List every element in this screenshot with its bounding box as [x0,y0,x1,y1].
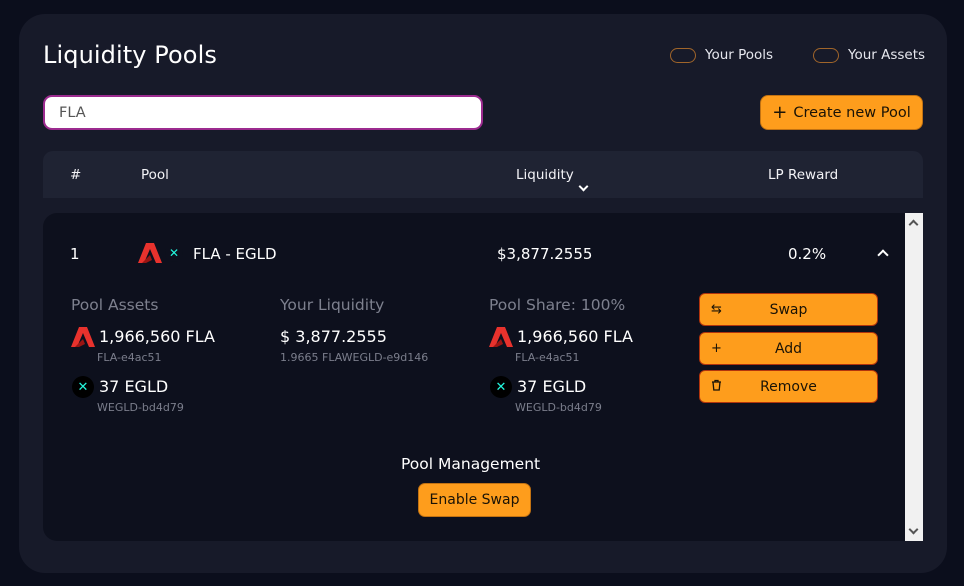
pool-liquidity: $3,877.2555 [497,245,593,263]
column-pool: Pool [141,167,169,183]
egld-token-icon: ✕ [165,244,183,262]
column-index: # [70,167,82,183]
fla-token-icon [71,327,95,347]
toggle-your-pools[interactable]: Your Pools [670,47,773,63]
chevron-down-icon [578,181,589,192]
pool-assets-token2-amount: 37 EGLD [99,377,169,396]
pool-share-token1-amount: 1,966,560 FLA [517,327,633,346]
search-input[interactable] [43,95,483,130]
column-liquidity: Liquidity [516,167,574,183]
pool-share-token2-id: WEGLD-bd4d79 [515,401,602,414]
column-lp-reward: LP Reward [768,167,839,183]
swap-label: Swap [769,301,808,318]
pool-share-token2-amount: 37 EGLD [517,377,587,396]
add-label: Add [774,340,803,357]
pool-management-title: Pool Management [401,455,541,473]
trash-icon [711,379,722,395]
swap-button[interactable]: ⇆ Swap [699,293,878,326]
toggle-your-assets[interactable]: Your Assets [813,47,925,63]
pool-assets-token1-id: FLA-e4ac51 [97,351,162,364]
your-liquidity-value: $ 3,877.2555 [280,327,387,346]
swap-icon: ⇆ [711,302,722,317]
pool-share-title: Pool Share: 100% [489,296,626,314]
create-pool-button[interactable]: + Create new Pool [760,95,923,130]
egld-token-icon: ✕ [72,376,94,398]
pool-assets-token1-amount: 1,966,560 FLA [99,327,215,346]
table-header: # Pool Liquidity LP Reward [43,151,923,198]
create-pool-label: Create new Pool [793,104,911,121]
scrollbar[interactable] [905,213,923,541]
pool-pair: FLA - EGLD [193,245,277,263]
column-liquidity-sort[interactable]: Liquidity [516,167,589,192]
enable-swap-button[interactable]: Enable Swap [418,483,531,517]
pool-share-token1-id: FLA-e4ac51 [515,351,580,364]
egld-token-icon: ✕ [490,376,512,398]
toggle-switch[interactable] [813,47,839,63]
toggle-label: Your Assets [848,47,926,63]
scroll-up-icon[interactable] [908,219,919,230]
add-button[interactable]: + Add [699,332,878,365]
pool-assets-title: Pool Assets [71,296,159,314]
page-title: Liquidity Pools [43,41,217,69]
remove-label: Remove [760,378,817,395]
your-liquidity-lp-tokens: 1.9665 FLAWEGLD-e9d146 [280,351,429,364]
plus-icon: + [711,341,722,356]
remove-button[interactable]: Remove [699,370,878,403]
fla-token-icon [489,327,513,347]
plus-icon: + [772,101,788,123]
pool-assets-token2-id: WEGLD-bd4d79 [97,401,184,414]
toggle-label: Your Pools [705,47,774,63]
your-liquidity-title: Your Liquidity [280,296,385,314]
toggle-switch[interactable] [670,47,696,63]
pool-lp-reward: 0.2% [788,245,827,263]
scroll-down-icon[interactable] [908,524,919,535]
fla-token-icon [138,243,162,263]
pool-index: 1 [70,245,80,263]
